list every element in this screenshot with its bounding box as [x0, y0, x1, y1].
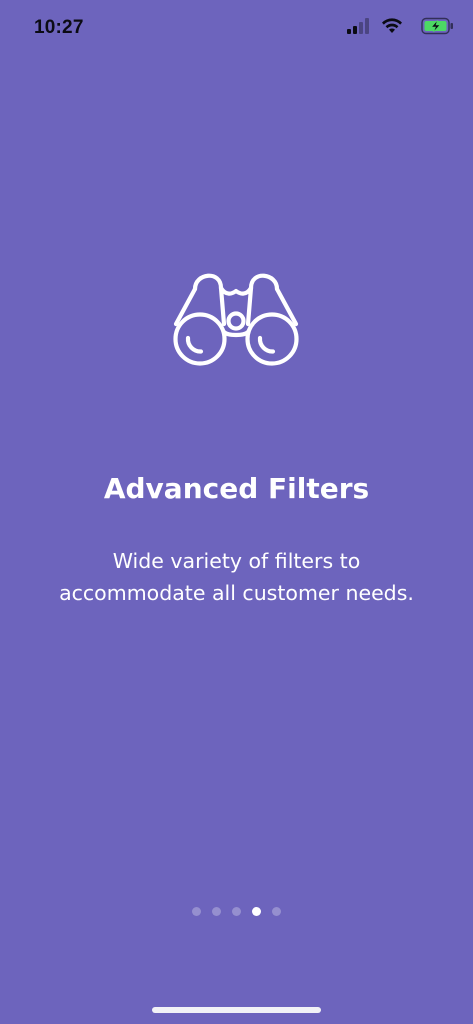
binoculars-icon	[168, 262, 304, 368]
page-dot-3[interactable]	[232, 907, 241, 916]
page-dot-1[interactable]	[192, 907, 201, 916]
onboarding-title: Advanced Filters	[103, 472, 370, 505]
cellular-signal-icon	[347, 18, 369, 34]
page-indicator[interactable]	[0, 907, 473, 917]
status-bar: 10:27	[0, 0, 473, 56]
page-dot-5[interactable]	[272, 907, 281, 916]
page-dot-2[interactable]	[212, 907, 221, 916]
battery-charging-icon	[421, 17, 453, 35]
onboarding-description: Wide variety of filters to accommodate a…	[59, 549, 414, 605]
wifi-icon	[382, 18, 402, 33]
status-time: 10:27	[34, 17, 84, 38]
page-dot-4[interactable]	[252, 907, 261, 916]
home-indicator[interactable]	[152, 1007, 321, 1013]
